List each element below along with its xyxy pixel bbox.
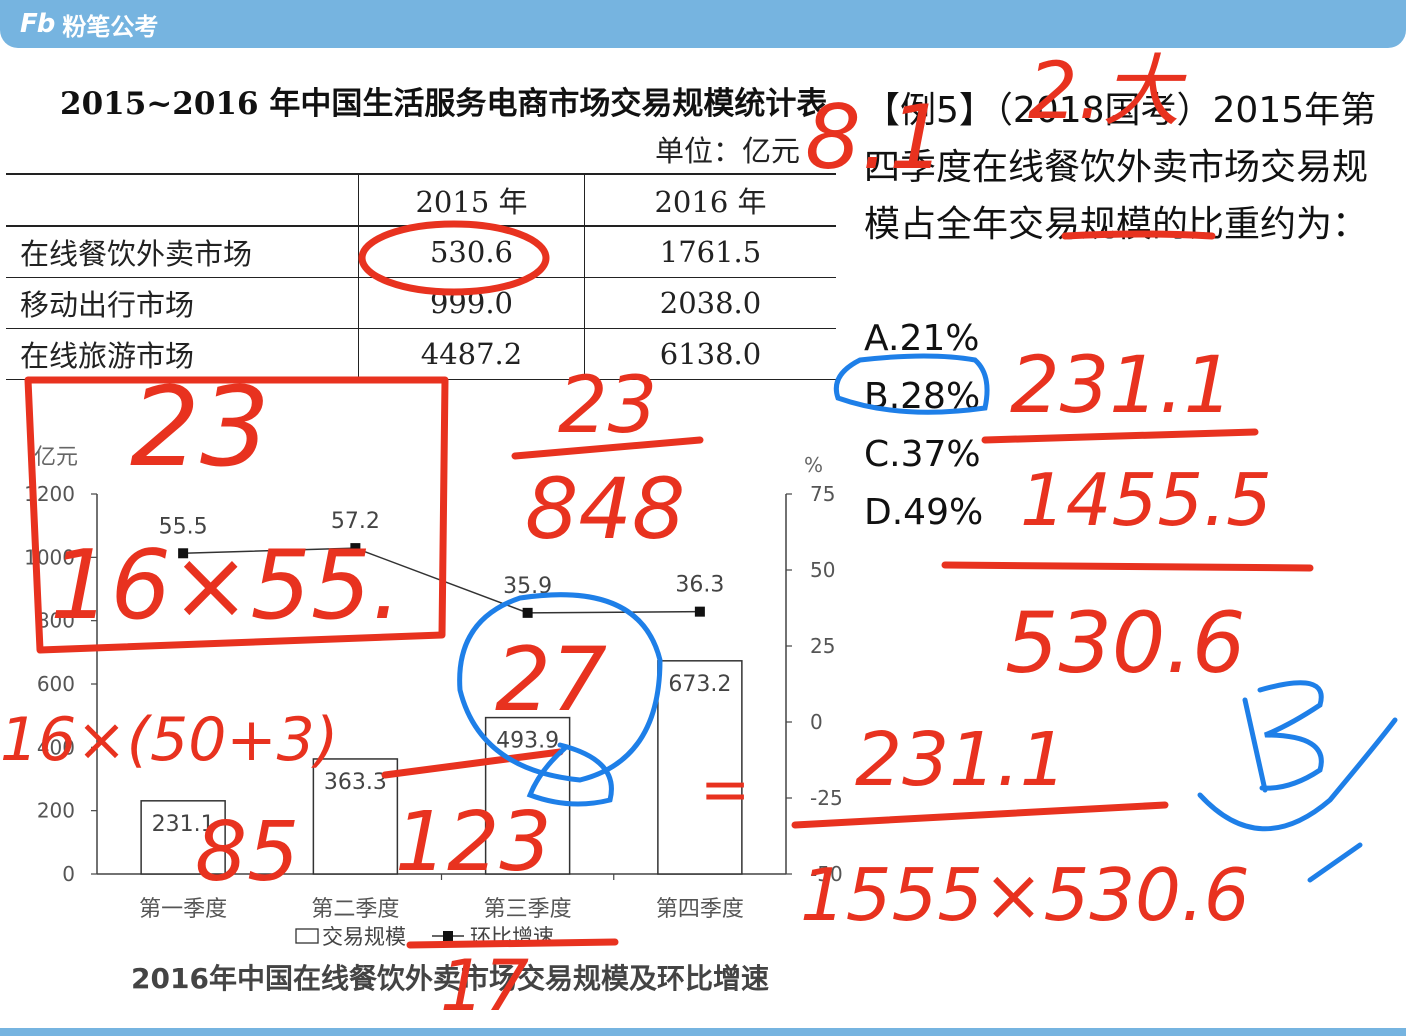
y-left-tick-label: 1000 — [24, 545, 75, 569]
table-header-cell: 2016 年 — [584, 173, 836, 227]
table-header-cell: 2015 年 — [358, 173, 585, 227]
annot-text: 231.1 — [1010, 341, 1233, 431]
table-cell: 2038.0 — [584, 277, 836, 329]
line-data-label: 55.5 — [159, 514, 208, 539]
y-right-tick-label: 50 — [810, 558, 835, 582]
y-right-unit: % — [804, 453, 823, 477]
table-header-cell — [6, 173, 359, 227]
legend-bar-label: 交易规模 — [322, 925, 406, 949]
line-data-label: 36.3 — [675, 573, 724, 598]
line-point — [350, 543, 361, 554]
logo: Fb 粉笔公考 — [20, 6, 158, 42]
table-row: 在线旅游市场 4487.2 6138.0 — [6, 328, 836, 380]
bar-data-label: 673.2 — [668, 672, 731, 697]
bar-data-label: 493.9 — [496, 729, 559, 754]
table-title: 2015~2016 年中国生活服务电商市场交易规模统计表 — [60, 86, 828, 122]
annot-text: 231.1 — [855, 717, 1067, 803]
option-d[interactable]: D.49% — [864, 484, 983, 542]
table-row: 在线餐饮外卖市场 530.6 1761.5 — [6, 226, 836, 278]
y-right-tick-label: 75 — [810, 482, 835, 506]
bar-data-label: 363.3 — [324, 770, 387, 795]
legend-bar-swatch — [295, 928, 319, 944]
table-cell: 999.0 — [358, 277, 585, 329]
bar-data-label: 231.1 — [152, 812, 215, 837]
line-point — [522, 607, 533, 618]
top-bar: Fb 粉笔公考 — [0, 0, 1406, 48]
table-cell: 在线旅游市场 — [6, 328, 359, 380]
y-left-unit: 亿元 — [34, 445, 78, 470]
option-b[interactable]: B.28% — [864, 368, 983, 426]
y-left-tick-label: 1200 — [24, 482, 75, 506]
annot-text: 1555×530.6 — [800, 853, 1250, 937]
line-point — [178, 548, 189, 559]
logo-mark: Fb — [20, 9, 55, 39]
table-row: 移动出行市场 999.0 2038.0 — [6, 277, 836, 329]
table-unit: 单位：亿元 — [655, 134, 801, 168]
table-cell: 6138.0 — [584, 328, 836, 380]
y-left-tick-label: 200 — [37, 799, 75, 823]
annot-text: 530.6 — [1005, 594, 1245, 692]
y-left-tick-label: 0 — [62, 862, 75, 886]
fraction-line-3 — [941, 561, 1314, 572]
options-list: A.21% B.28% C.37% D.49% — [864, 310, 983, 542]
combo-chart: 亿元 % 0 200 400 600 800 1000 1200 -50 -25 0 25 50 75 231… — [24, 445, 843, 995]
y-right-tick-label: -25 — [810, 786, 843, 810]
table-cell: 在线餐饮外卖市场 — [6, 226, 359, 278]
table-cell: 4487.2 — [358, 328, 585, 380]
y-right-tick-label: 25 — [810, 634, 835, 658]
table-cell: 移动出行市场 — [6, 277, 359, 329]
y-left-tick-label: 400 — [37, 735, 75, 759]
table-cell: 530.6 — [358, 226, 585, 278]
logo-text: 粉笔公考 — [62, 12, 159, 41]
check-strokes — [1197, 717, 1398, 883]
chart-title: 2016年中国在线餐饮外卖市场交易规模及环比增速 — [131, 962, 769, 995]
y-left-tick-label: 800 — [37, 609, 75, 633]
bottom-bar — [0, 1028, 1406, 1036]
line-data-label: 35.9 — [503, 574, 552, 599]
question-body: 【例5】（2018国考）2015年第四季度在线餐饮外卖市场交易规模占全年交易规模… — [864, 90, 1377, 245]
y-left-tick-label: 600 — [37, 672, 75, 696]
line-data-label: 57.2 — [331, 509, 380, 534]
option-c[interactable]: C.37% — [864, 426, 983, 484]
y-right-tick-label: -50 — [810, 862, 843, 886]
letter-b — [1242, 680, 1324, 793]
legend-line-label: 环比增速 — [470, 925, 554, 949]
annot-text: 1455.5 — [1020, 458, 1272, 542]
question-text: 【例5】（2018国考）2015年第四季度在线餐饮外卖市场交易规模占全年交易规模… — [864, 82, 1394, 253]
y-right-tick-label: 0 — [810, 710, 823, 734]
x-tick-label: 第一季度 — [139, 897, 227, 922]
x-tick-label: 第二季度 — [311, 897, 399, 922]
legend-line-marker — [443, 931, 453, 941]
table-cell: 1761.5 — [584, 226, 836, 278]
x-tick-label: 第三季度 — [484, 897, 572, 922]
x-tick-label: 第四季度 — [656, 897, 744, 922]
fraction-line-2 — [981, 428, 1259, 444]
option-a[interactable]: A.21% — [864, 310, 983, 368]
series-line — [183, 547, 700, 614]
table-header-row: 2015 年 2016 年 — [6, 173, 836, 227]
stats-table: 2015 年 2016 年 在线餐饮外卖市场 530.6 1761.5 移动出行… — [6, 173, 836, 380]
line-point — [694, 606, 705, 617]
